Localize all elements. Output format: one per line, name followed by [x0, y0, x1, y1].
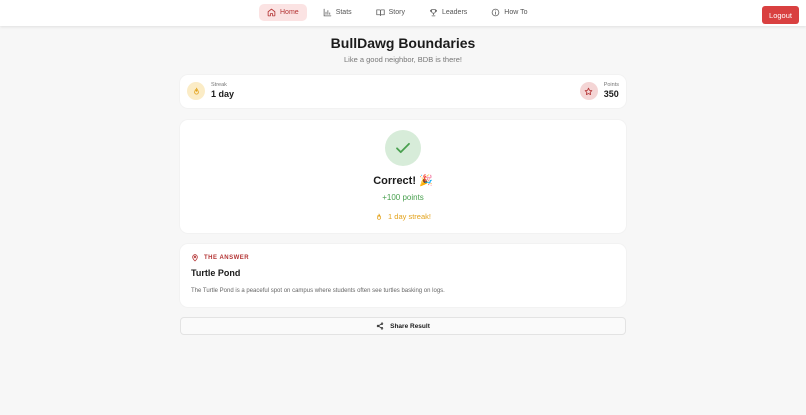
flame-icon — [376, 213, 382, 220]
flame-icon — [193, 87, 199, 95]
result-heading: Correct! 🎉 — [373, 175, 433, 187]
nav-item-stats[interactable]: Stats — [315, 4, 360, 21]
answer-name: Turtle Pond — [191, 268, 241, 278]
answer-card: THE ANSWER Turtle Pond The Turtle Pond i… — [180, 244, 626, 307]
streak-stat: Streak 1 day — [187, 82, 234, 100]
points-label: Points — [603, 82, 619, 88]
nav-item-home[interactable]: Home — [259, 4, 307, 21]
points-value: 350 — [603, 89, 619, 99]
trophy-icon — [430, 9, 437, 17]
streak-message-text: 1 day streak! — [388, 212, 431, 221]
book-icon — [375, 9, 385, 16]
nav-item-how-to[interactable]: How To — [483, 4, 535, 21]
nav-item-leaders[interactable]: Leaders — [421, 4, 475, 21]
answer-description: The Turtle Pond is a peaceful spot on ca… — [191, 288, 445, 294]
share-icon — [376, 322, 384, 330]
bar-chart-icon — [323, 8, 331, 17]
check-icon — [396, 142, 410, 154]
streak-message: 1 day streak! — [180, 212, 626, 221]
streak-badge — [187, 82, 205, 100]
nav-item-label: How To — [504, 9, 528, 16]
points-stat: Points 350 — [579, 82, 619, 100]
success-badge — [385, 130, 421, 166]
streak-label: Streak — [211, 82, 227, 88]
nav-item-label: Home — [280, 9, 299, 16]
stats-card: Streak 1 day Points 350 — [180, 75, 626, 108]
info-icon — [491, 8, 500, 17]
nav-item-label: Leaders — [441, 9, 468, 16]
share-result-button[interactable]: Share Result — [180, 317, 626, 335]
home-icon — [267, 8, 276, 17]
nav-item-label: Stats — [335, 9, 352, 16]
points-badge — [579, 82, 598, 100]
share-result-label: Share Result — [390, 322, 430, 330]
top-nav-bar: Home Stats Story Leaders How To Logout — [0, 0, 806, 26]
answer-header: THE ANSWER — [191, 254, 249, 262]
map-pin-icon — [192, 254, 198, 262]
nav-item-label: Story — [388, 9, 405, 16]
streak-value: 1 day — [211, 89, 235, 99]
page-subtitle: Like a good neighbor, BDB is there! — [344, 55, 462, 64]
main-nav: Home Stats Story Leaders How To — [259, 4, 544, 21]
page-title: BullDawg Boundaries — [330, 35, 476, 51]
answer-label: THE ANSWER — [204, 255, 250, 261]
nav-item-story[interactable]: Story — [368, 4, 413, 21]
logout-button[interactable]: Logout — [762, 6, 799, 24]
points-earned: +100 points — [382, 193, 424, 202]
star-icon — [584, 87, 593, 95]
result-card: Correct! 🎉 +100 points 1 day streak! — [180, 120, 626, 233]
